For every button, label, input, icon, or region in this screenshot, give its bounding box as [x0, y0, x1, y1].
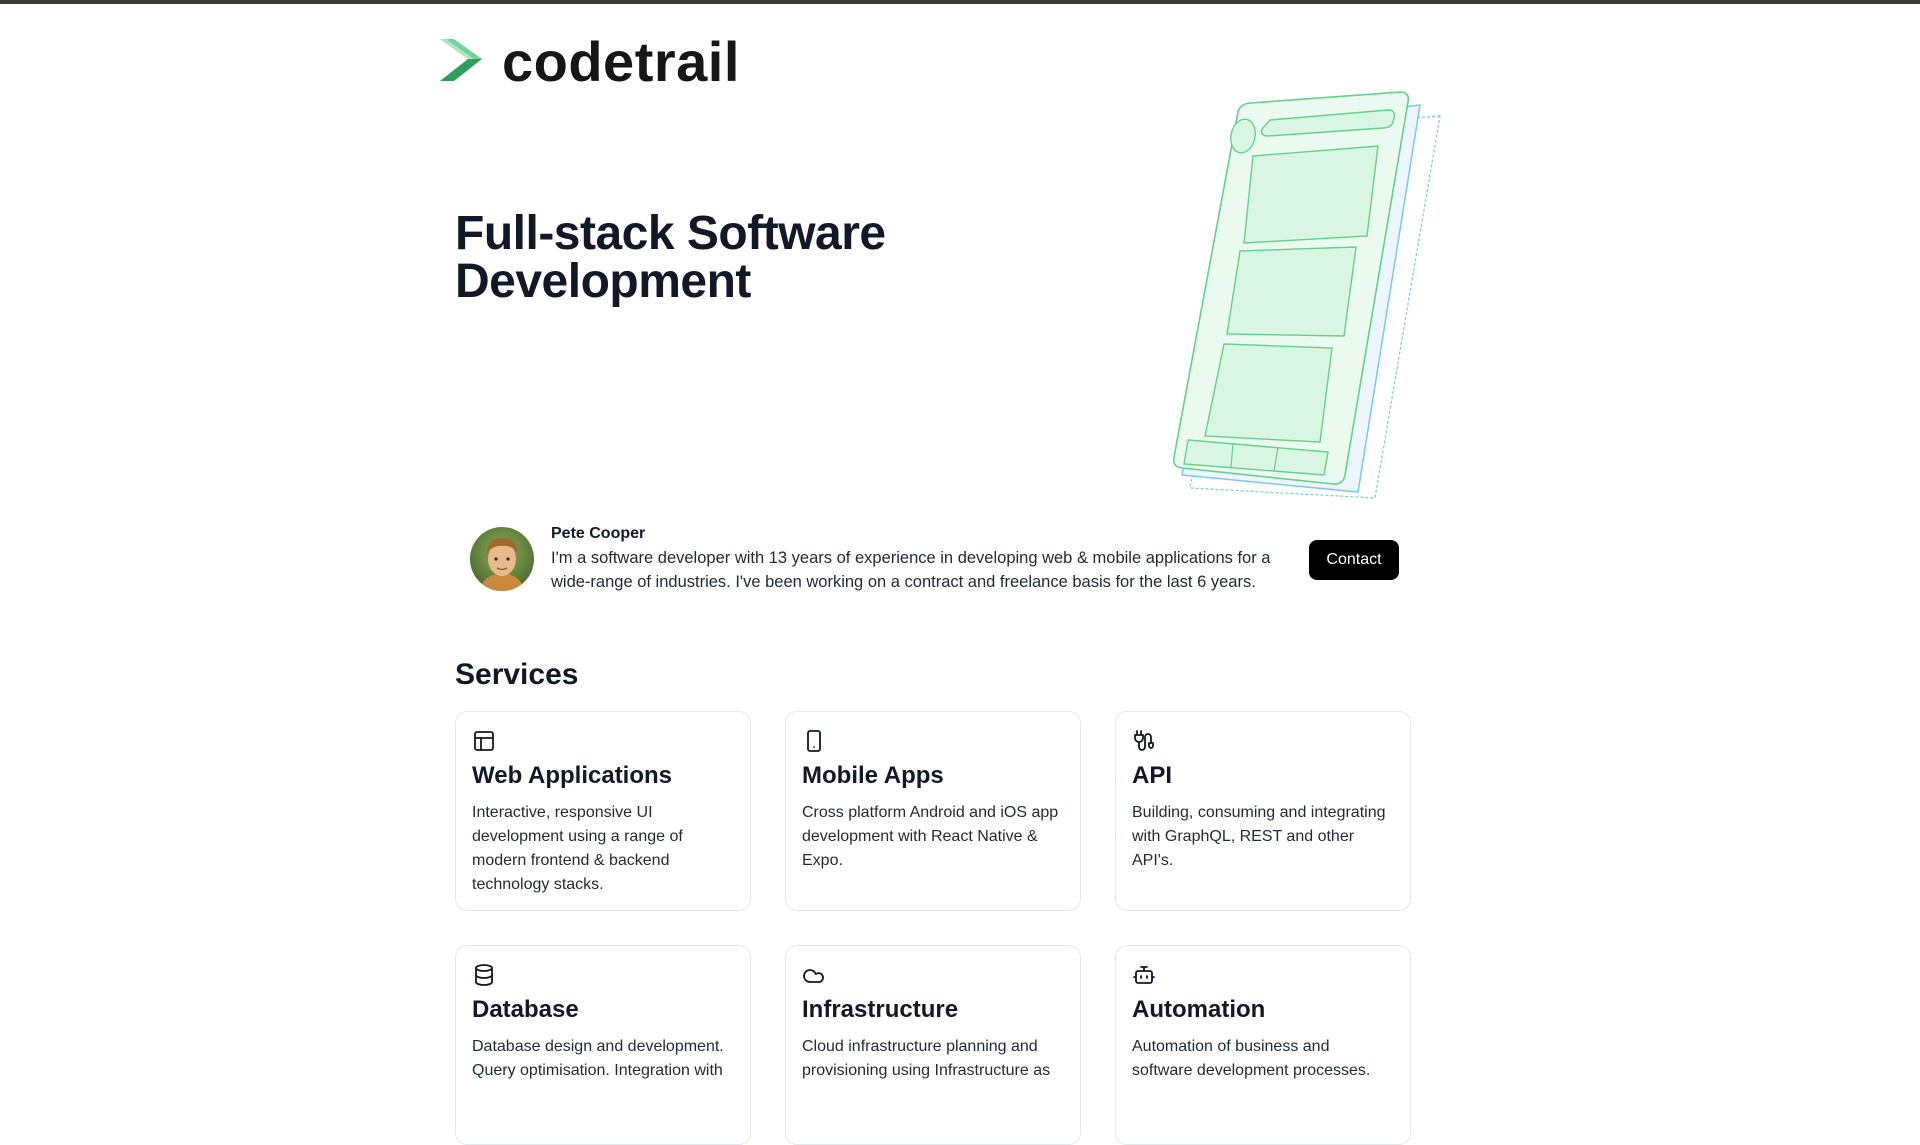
cloud-icon [802, 963, 826, 987]
service-title: Database [472, 996, 579, 1023]
service-description: Cross platform Android and iOS app devel… [802, 804, 1059, 869]
contact-button[interactable]: Contact [1309, 540, 1399, 580]
service-title: Infrastructure [802, 996, 959, 1023]
service-card-api[interactable]: API Building, consuming and integrating … [1115, 711, 1411, 911]
phone-illustration [1160, 80, 1460, 510]
service-card-web-applications[interactable]: Web Applications Interactive, responsive… [455, 711, 751, 911]
service-description: Automation of business and software deve… [1132, 1038, 1371, 1079]
brand-name: codetrail [502, 30, 740, 93]
layout-icon [472, 729, 496, 753]
service-title: Web Applications [472, 762, 673, 789]
brand-logo[interactable]: codetrail [438, 34, 740, 90]
profile-section: Pete Cooper I'm a software developer wit… [470, 525, 1400, 595]
service-card-infrastructure[interactable]: Infrastructure Cloud infrastructure plan… [785, 945, 1081, 1145]
top-accent-bar [0, 0, 1920, 4]
service-card-mobile-apps[interactable]: Mobile Apps Cross platform Android and i… [785, 711, 1081, 911]
avatar [470, 527, 534, 591]
smartphone-icon [802, 729, 826, 753]
service-title: API [1132, 762, 1173, 789]
service-title: Automation [1132, 996, 1266, 1023]
service-card-database[interactable]: Database Database design and development… [455, 945, 751, 1145]
plug-icon [1132, 729, 1156, 753]
services-heading: Services [455, 658, 579, 691]
service-description: Building, consuming and integrating with… [1132, 804, 1386, 869]
database-icon [472, 963, 496, 987]
hero-title: Full-stack Software Development [455, 207, 886, 308]
profile-name: Pete Cooper [551, 525, 646, 542]
profile-bio: I'm a software developer with 13 years o… [551, 549, 1271, 591]
service-description: Interactive, responsive UI development u… [472, 804, 683, 893]
service-description: Database design and development. Query o… [472, 1038, 724, 1079]
service-card-automation[interactable]: Automation Automation of business and so… [1115, 945, 1411, 1145]
bot-icon [1132, 963, 1156, 987]
service-title: Mobile Apps [802, 762, 944, 789]
service-description: Cloud infrastructure planning and provis… [802, 1038, 1051, 1079]
logo-chevron-icon [438, 35, 484, 90]
